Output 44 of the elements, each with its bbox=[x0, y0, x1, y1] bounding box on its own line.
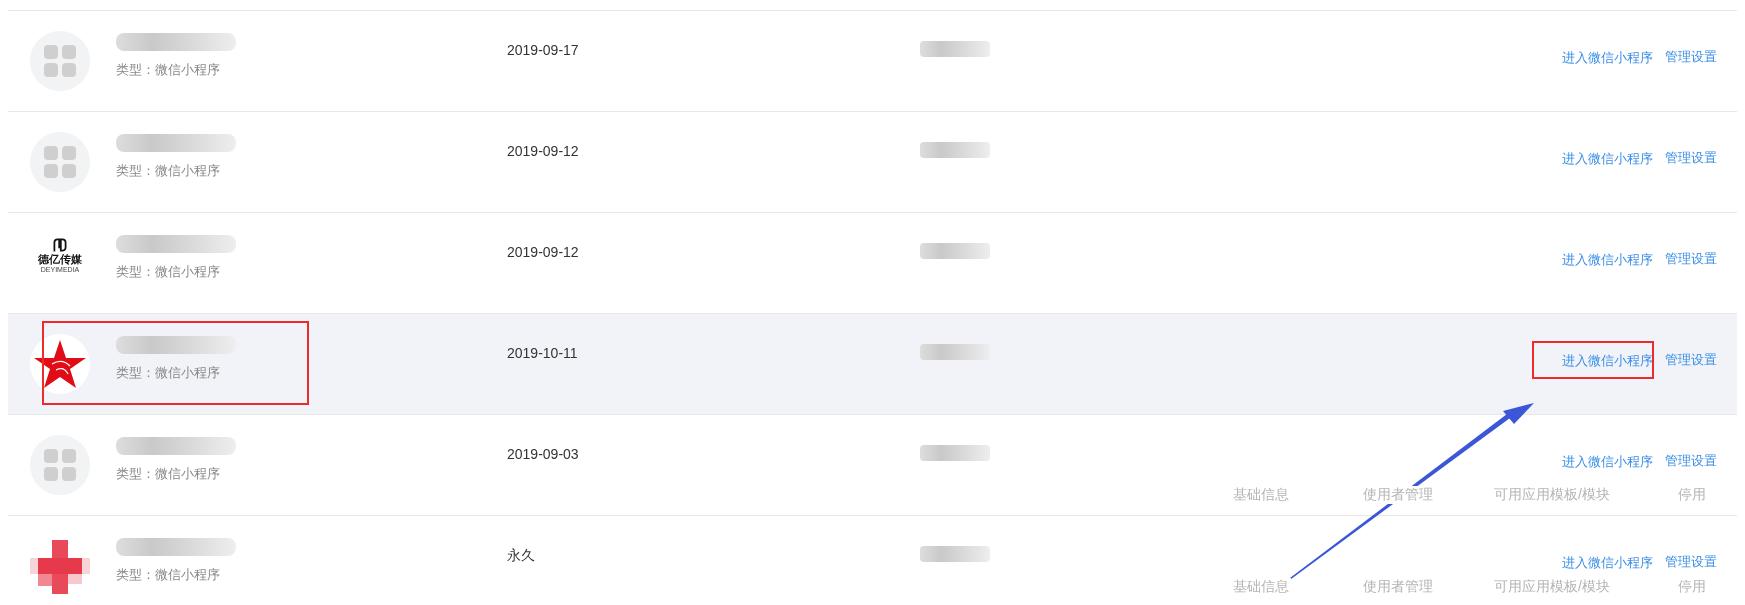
manage-settings-link[interactable]: 管理设置 bbox=[1665, 553, 1717, 572]
faint-menu-text: 停用 bbox=[1676, 578, 1708, 596]
enter-mini-program-link[interactable]: 进入微信小程序 bbox=[1562, 252, 1653, 267]
faint-menu-text: 可用应用模板/模块 bbox=[1492, 578, 1612, 596]
redacted-owner bbox=[920, 445, 990, 461]
logo-text: 德亿传媒 bbox=[38, 253, 82, 266]
redacted-owner bbox=[920, 243, 990, 259]
app-type: 类型：微信小程序 bbox=[116, 162, 221, 180]
redacted-owner bbox=[920, 142, 990, 158]
faint-menu-text: 停用 bbox=[1676, 486, 1708, 504]
logo-icon bbox=[52, 237, 68, 253]
redacted-owner bbox=[920, 41, 990, 57]
date-text: 永久 bbox=[507, 547, 535, 563]
faint-menu-text: 使用者管理 bbox=[1361, 578, 1435, 596]
redacted-owner bbox=[920, 546, 990, 562]
app-grid-icon bbox=[30, 132, 90, 192]
app-type: 类型：微信小程序 bbox=[116, 61, 221, 79]
manage-settings-link[interactable]: 管理设置 bbox=[1665, 351, 1717, 370]
app-type: 类型：微信小程序 bbox=[116, 263, 221, 281]
manage-settings-link[interactable]: 管理设置 bbox=[1665, 48, 1717, 67]
star-logo-icon bbox=[30, 334, 90, 394]
app-grid-icon bbox=[30, 31, 90, 91]
enter-mini-program-link[interactable]: 进入微信小程序 bbox=[1562, 454, 1653, 469]
enter-mini-program-link[interactable]: 进入微信小程序 bbox=[1562, 50, 1653, 65]
faint-menu-text: 基础信息 bbox=[1231, 578, 1291, 596]
enter-mini-program-link[interactable]: 进入微信小程序 bbox=[1562, 353, 1653, 368]
enter-mini-program-link[interactable]: 进入微信小程序 bbox=[1562, 555, 1653, 570]
manage-settings-link[interactable]: 管理设置 bbox=[1665, 452, 1717, 471]
date-text: 2019-09-12 bbox=[507, 244, 579, 260]
app-grid-icon bbox=[30, 435, 90, 495]
date-text: 2019-09-12 bbox=[507, 143, 579, 159]
faint-menu-text: 使用者管理 bbox=[1361, 486, 1435, 504]
date-text: 2019-09-03 bbox=[507, 446, 579, 462]
app-type: 类型：微信小程序 bbox=[116, 364, 221, 382]
enter-mini-program-link[interactable]: 进入微信小程序 bbox=[1562, 151, 1653, 166]
faint-menu-text: 可用应用模板/模块 bbox=[1492, 486, 1612, 504]
date-text: 2019-09-17 bbox=[507, 42, 579, 58]
manage-settings-link[interactable]: 管理设置 bbox=[1665, 149, 1717, 168]
app-type: 类型：微信小程序 bbox=[116, 465, 221, 483]
manage-settings-link[interactable]: 管理设置 bbox=[1665, 250, 1717, 269]
faint-menu-text: 基础信息 bbox=[1231, 486, 1291, 504]
redacted-owner bbox=[920, 344, 990, 360]
app-type: 类型：微信小程序 bbox=[116, 566, 221, 584]
date-text: 2019-10-11 bbox=[507, 345, 578, 361]
